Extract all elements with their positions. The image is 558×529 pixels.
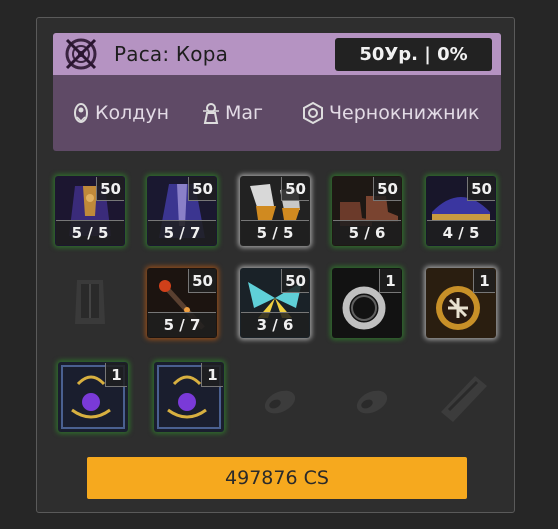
equipment-slot-cloak[interactable]: 50 5 / 7 bbox=[147, 176, 217, 246]
equipment-slot-hat[interactable]: 50 4 / 5 bbox=[426, 176, 496, 246]
race-header: Раса: Кора 50Ур. | 0% bbox=[53, 33, 501, 75]
set-count: 3 / 6 bbox=[241, 312, 309, 337]
equipment-slot-earring-2-empty[interactable] bbox=[337, 362, 407, 432]
warlock-class-icon bbox=[74, 103, 88, 123]
class-name: Чернокнижник bbox=[329, 102, 480, 124]
class-list: Колдун Маг Чернокнижник bbox=[53, 97, 501, 129]
equipment-slot-gauntlets[interactable]: 50 5 / 5 bbox=[240, 176, 310, 246]
set-count: 5 / 7 bbox=[148, 220, 216, 245]
item-level-badge: 50 bbox=[467, 177, 495, 201]
item-level-badge: 50 bbox=[188, 269, 216, 293]
equipment-slot-chest-empty[interactable] bbox=[55, 268, 125, 338]
item-level-badge: 50 bbox=[96, 177, 124, 201]
equipment-slot-wings[interactable]: 50 3 / 6 bbox=[240, 268, 310, 338]
mage-class-icon bbox=[203, 103, 219, 124]
item-level-badge: 1 bbox=[473, 269, 495, 293]
set-count: 5 / 6 bbox=[333, 220, 401, 245]
equipment-slot-boots[interactable]: 50 5 / 6 bbox=[332, 176, 402, 246]
level-progress: 50Ур. | 0% bbox=[335, 38, 492, 71]
necromancer-class-icon bbox=[303, 101, 323, 125]
set-count: 5 / 5 bbox=[241, 220, 309, 245]
item-level-badge: 1 bbox=[105, 363, 127, 387]
equipment-slot-bracer-empty[interactable] bbox=[429, 362, 499, 432]
set-count: 5 / 7 bbox=[148, 312, 216, 337]
race-card: Раса: Кора 50Ур. | 0% Колдун Маг Чернокн… bbox=[53, 33, 501, 151]
equipment-slot-ring[interactable]: 1 bbox=[332, 268, 402, 338]
empty-bracer-slot-icon bbox=[441, 376, 487, 422]
equipment-slot-staff[interactable]: 50 5 / 7 bbox=[147, 268, 217, 338]
class-item-necromancer[interactable]: Чернокнижник bbox=[301, 97, 479, 129]
equipment-slot-amulet[interactable]: 1 bbox=[426, 268, 496, 338]
equipment-slot-brooch-2[interactable]: 1 bbox=[154, 362, 224, 432]
character-equipment-panel: Раса: Кора 50Ур. | 0% Колдун Маг Чернокн… bbox=[36, 17, 515, 513]
equipment-slot-earring-1-empty[interactable] bbox=[245, 362, 315, 432]
set-count: 4 / 5 bbox=[427, 220, 495, 245]
empty-earring-slot-icon bbox=[356, 390, 388, 414]
item-level-badge: 50 bbox=[373, 177, 401, 201]
item-level-badge: 50 bbox=[281, 269, 309, 293]
race-label: Раса: Кора bbox=[114, 42, 229, 66]
item-level-badge: 1 bbox=[201, 363, 223, 387]
empty-earring-slot-icon bbox=[264, 390, 296, 414]
class-name: Маг bbox=[225, 102, 264, 124]
class-item-mage[interactable]: Маг bbox=[201, 97, 263, 129]
class-item-warlock[interactable]: Колдун bbox=[71, 97, 169, 129]
race-emblem-icon bbox=[65, 38, 97, 70]
equipment-slot-robe[interactable]: 50 5 / 5 bbox=[55, 176, 125, 246]
class-name: Колдун bbox=[95, 102, 170, 124]
item-level-badge: 1 bbox=[379, 269, 401, 293]
equipment-slot-brooch-1[interactable]: 1 bbox=[58, 362, 128, 432]
set-count: 5 / 5 bbox=[56, 220, 124, 245]
empty-chest-slot-icon bbox=[75, 280, 105, 324]
item-level-badge: 50 bbox=[281, 177, 309, 201]
cost-button[interactable]: 497876 CS bbox=[87, 457, 467, 499]
item-level-badge: 50 bbox=[188, 177, 216, 201]
